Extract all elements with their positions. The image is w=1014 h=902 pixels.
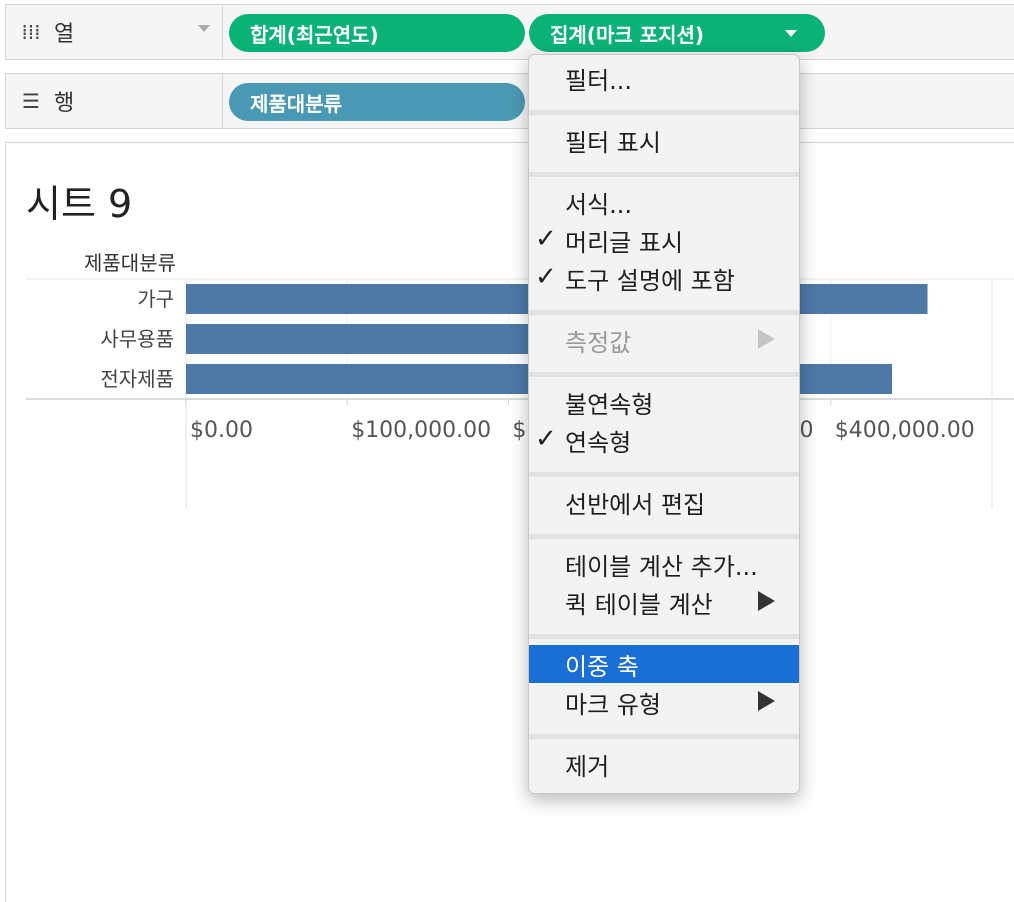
columns-pill-agg-mark-position[interactable]: 집계(마크 포지션): [529, 14, 825, 52]
menu-separator: [529, 472, 799, 477]
rows-shelf-header[interactable]: ☰ 행: [6, 74, 223, 128]
menu-separator: [529, 172, 799, 177]
pill-label: 합계(최근연도): [250, 22, 379, 47]
menu-item-label: 필터...: [565, 66, 633, 95]
menu-separator: [529, 734, 799, 739]
columns-pill-sum-recent-year[interactable]: 합계(최근연도): [229, 14, 525, 52]
category-label[interactable]: 가구: [137, 287, 174, 311]
menu-item-label: 제거: [565, 752, 610, 781]
menu-item-label: 테이블 계산 추가...: [565, 552, 758, 581]
menu-item[interactable]: 서식...: [529, 183, 799, 221]
chevron-down-icon[interactable]: [198, 25, 210, 32]
columns-shelf-label: 열: [54, 22, 75, 47]
category-label[interactable]: 사무용품: [100, 327, 174, 351]
menu-item-label: 이중 축: [565, 652, 639, 681]
menu-item[interactable]: 마크 유형: [529, 683, 799, 721]
x-tick-label: $0.00: [190, 418, 253, 443]
menu-item-label: 머리글 표시: [565, 228, 684, 257]
columns-shelf-header[interactable]: ⁞⁞⁞ 열: [6, 5, 223, 59]
columns-shelf: ⁞⁞⁞ 열 합계(최근연도) 집계(마크 포지션): [5, 4, 1014, 60]
pill-label: 집계(마크 포지션): [550, 22, 705, 47]
menu-item[interactable]: 테이블 계산 추가...: [529, 545, 799, 583]
menu-item-label: 서식...: [565, 190, 633, 219]
menu-item-label: 필터 표시: [565, 128, 661, 157]
menu-item[interactable]: 제거: [529, 745, 799, 783]
menu-item-label: 측정값: [565, 328, 632, 357]
menu-item[interactable]: 선반에서 편집: [529, 483, 799, 521]
row-header-label: 제품대분류: [84, 251, 176, 275]
menu-item-label: 퀵 테이블 계산: [565, 590, 713, 619]
menu-item-label: 도구 설명에 포함: [565, 266, 735, 295]
columns-icon: ⁞⁞⁞: [21, 20, 41, 44]
menu-separator: [529, 634, 799, 639]
menu-item-label: 선반에서 편집: [565, 490, 706, 519]
pill-label: 제품대분류: [250, 91, 342, 116]
dropdown-arrow-icon[interactable]: [785, 30, 797, 37]
menu-item[interactable]: 이중 축: [529, 645, 799, 683]
rows-pill-product-category[interactable]: 제품대분류: [229, 83, 525, 121]
rows-shelf-label: 행: [54, 91, 75, 116]
menu-item-label: 연속형: [565, 428, 632, 457]
menu-item[interactable]: ✓ 도구 설명에 포함: [529, 259, 799, 297]
submenu-arrow-icon: [758, 591, 775, 611]
menu-item[interactable]: 퀵 테이블 계산: [529, 583, 799, 621]
submenu-arrow-icon: [758, 691, 775, 711]
rows-icon: ☰: [22, 89, 40, 113]
menu-item: 측정값: [529, 321, 799, 359]
menu-item[interactable]: 불연속형: [529, 383, 799, 421]
menu-item[interactable]: 필터 표시: [529, 121, 799, 159]
menu-separator: [529, 534, 799, 539]
x-tick-label: $400,000.00: [835, 418, 975, 443]
menu-separator: [529, 110, 799, 115]
rows-shelf: ☰ 행 제품대분류: [5, 73, 1014, 129]
menu-item-label: 마크 유형: [565, 690, 661, 719]
submenu-arrow-icon: [758, 329, 775, 349]
category-label[interactable]: 전자제품: [100, 367, 174, 391]
pill-context-menu: 필터... 필터 표시 서식... ✓ 머리글 표시 ✓ 도구 설명에 포함 측정값 불연속형 ✓…: [528, 54, 800, 794]
menu-item[interactable]: ✓ 머리글 표시: [529, 221, 799, 259]
menu-item[interactable]: 필터...: [529, 59, 799, 97]
menu-item-label: 불연속형: [565, 390, 654, 419]
checkmark-icon: ✓: [535, 224, 557, 254]
checkmark-icon: ✓: [535, 262, 557, 292]
bar-chart: 제품대분류가구사무용품전자제품$0.00$100,000.00$200,000.…: [26, 251, 1014, 509]
worksheet-view: 시트 9 제품대분류가구사무용품전자제품$0.00$100,000.00$200…: [5, 142, 1014, 902]
menu-separator: [529, 372, 799, 377]
checkmark-icon: ✓: [535, 424, 557, 454]
menu-item[interactable]: ✓ 연속형: [529, 421, 799, 459]
menu-separator: [529, 310, 799, 315]
x-tick-label: $100,000.00: [351, 418, 491, 443]
